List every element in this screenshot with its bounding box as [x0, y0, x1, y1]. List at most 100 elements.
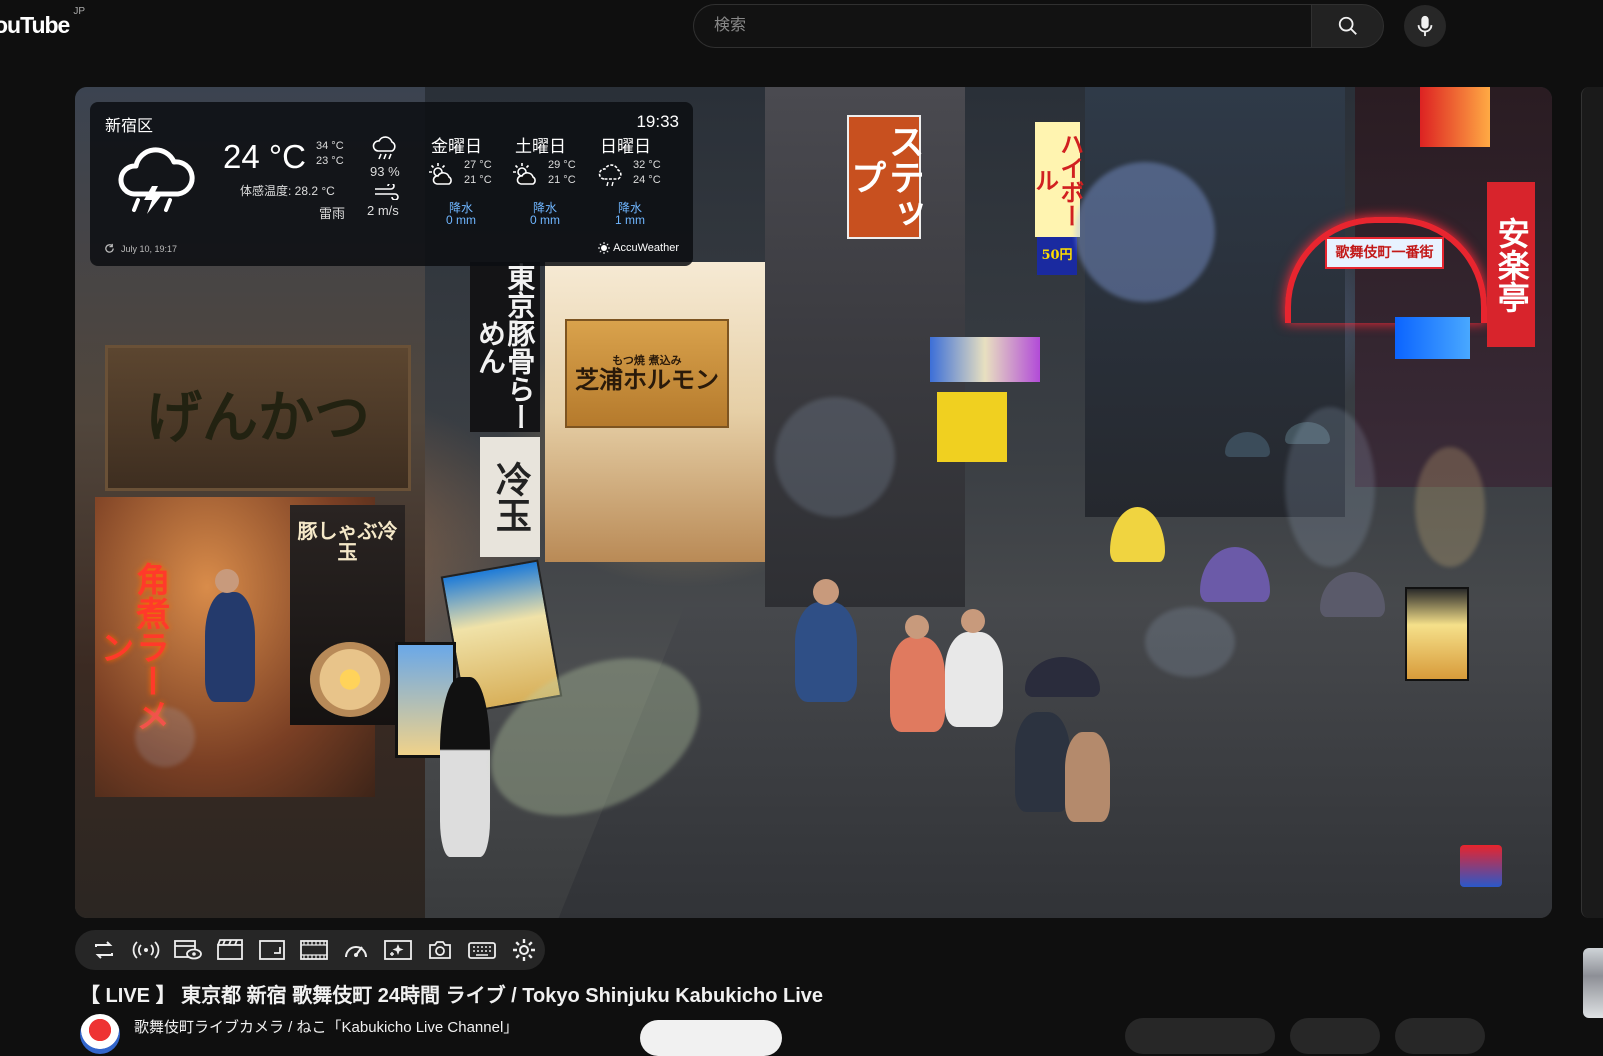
- pedestrian: [795, 602, 857, 702]
- partly-cloudy-icon: [429, 163, 452, 185]
- humidity: 93 %: [370, 164, 400, 179]
- raindrop: [1075, 162, 1215, 302]
- tokyo-tonkotsu-ramen-sign-text: 東京豚骨らーめん: [474, 263, 537, 431]
- voice-search-button[interactable]: [1404, 5, 1446, 47]
- raindrop: [1415, 447, 1485, 567]
- forecast-day-name: 土曜日: [515, 137, 566, 156]
- recommended-thumbnail[interactable]: [1583, 948, 1603, 1018]
- forecast-low: 21 °C: [464, 174, 492, 186]
- cinema-mode-button[interactable]: [213, 933, 247, 967]
- forecast-temps: 32 °C 24 °C: [633, 158, 661, 188]
- blue-billboard: [1395, 317, 1470, 359]
- speedometer-icon: [345, 946, 367, 958]
- umbrella: [1320, 572, 1385, 617]
- precip-value: 1 mm: [615, 213, 645, 227]
- precip-value: 0 mm: [530, 213, 560, 227]
- neon-game-sign: [930, 337, 1040, 382]
- forecast-high: 32 °C: [633, 159, 661, 171]
- extension-settings-button[interactable]: [507, 933, 541, 967]
- share-button[interactable]: [1290, 1018, 1380, 1054]
- forecast-high: 29 °C: [548, 159, 576, 171]
- cloudy-drizzle-icon: [598, 164, 622, 187]
- youtube-logo[interactable]: ouTubeJP: [0, 6, 85, 39]
- raindrop: [1285, 407, 1375, 567]
- search-icon: [1338, 16, 1357, 35]
- video-title: 【 LIVE 】 東京都 新宿 歌舞伎町 24時間 ライブ / Tokyo Sh…: [80, 985, 824, 1007]
- today-low: 23 °C: [316, 155, 344, 167]
- kabukicho-ichibangai-text: 歌舞伎町一番街: [1335, 244, 1434, 261]
- noodle-bowl-photo: [310, 642, 390, 717]
- feels-like: 体感温度: 28.2 °C: [240, 184, 335, 198]
- forecast-day: 金曜日 27 °C 21 °C 降水 0 mm: [428, 132, 518, 227]
- subscribe-button[interactable]: [640, 1020, 782, 1056]
- today-high-low: 34 °C 23 °C: [316, 139, 344, 169]
- enhance-button[interactable]: [381, 933, 415, 967]
- thunderstorm-icon: [118, 147, 195, 214]
- forecast-day: 土曜日 29 °C 21 °C 降水 0 mm: [512, 132, 602, 227]
- loop-button[interactable]: [87, 933, 121, 967]
- pedestrian: [440, 677, 490, 857]
- search-button[interactable]: [1311, 4, 1384, 48]
- screen-billboard: [1420, 87, 1490, 147]
- raindrop: [775, 397, 895, 517]
- like-button[interactable]: [1125, 1018, 1275, 1054]
- channel-name[interactable]: 歌舞伎町ライブカメラ / ねこ「Kabukicho Live Channel」: [134, 1016, 518, 1037]
- weather-updated: July 10, 19:17: [104, 243, 177, 254]
- pedestrian-head: [961, 609, 985, 633]
- forecast-day: 日曜日 32 °C 24 °C 降水 1 mm: [597, 132, 687, 227]
- cold-tama-banner-text: 冷玉: [489, 461, 532, 533]
- more-actions-button[interactable]: [1395, 1018, 1485, 1054]
- umbrella: [1200, 547, 1270, 602]
- search-box[interactable]: [693, 4, 1311, 48]
- anrakutei-sign-text: 安楽亭: [1492, 216, 1531, 313]
- wind-speed: 2 m/s: [367, 203, 399, 218]
- shop-staff-head: [215, 569, 239, 593]
- current-temperature: 24 °C: [223, 138, 306, 175]
- repeat-icon: [95, 941, 113, 959]
- region-label: JP: [73, 6, 86, 18]
- precip-value: 0 mm: [446, 213, 476, 227]
- frame-by-frame-button[interactable]: [297, 933, 331, 967]
- highball-sign: ハイボール: [1031, 122, 1085, 237]
- keyboard-shortcuts-button[interactable]: [465, 933, 499, 967]
- partly-cloudy-icon: [513, 163, 536, 185]
- pip-button[interactable]: [255, 933, 289, 967]
- raindrop: [1145, 607, 1235, 677]
- step-cafe-sign: ステップ: [845, 115, 925, 239]
- keyboard-icon: [468, 942, 496, 959]
- audio-mode-button[interactable]: [129, 933, 163, 967]
- screenshot-button[interactable]: [423, 933, 457, 967]
- accuweather-brand: AccuWeather: [598, 242, 679, 254]
- pedestrian-head: [813, 579, 839, 605]
- accuweather-text: AccuWeather: [613, 242, 679, 254]
- screen-view-button[interactable]: [171, 933, 205, 967]
- right-menu-board: [1405, 587, 1469, 681]
- camera-icon: [429, 941, 451, 959]
- broadcast-icon: [132, 941, 160, 959]
- mic-icon: [1417, 15, 1433, 37]
- forecast-low: 24 °C: [633, 174, 661, 186]
- forecast-temps: 29 °C 21 °C: [548, 158, 576, 188]
- highball-price-text: 50円: [1041, 248, 1073, 264]
- sparkle-box-icon: [384, 940, 412, 960]
- forecast-temps: 27 °C 21 °C: [464, 158, 492, 188]
- forecast-high: 27 °C: [464, 159, 492, 171]
- highball-price-sign: 50円: [1037, 237, 1077, 275]
- film-strip-icon: [300, 940, 328, 960]
- pedestrian: [945, 632, 1003, 727]
- ramen-shop-sign: げんかつ: [105, 345, 411, 491]
- hormone-main-text: 芝浦ホルモン: [575, 364, 719, 394]
- side-panel-edge: [1581, 87, 1603, 918]
- player-extension-toolbar: [75, 930, 545, 970]
- forecast-day-name: 金曜日: [431, 137, 482, 156]
- yellow-bar-signs: [937, 392, 1007, 462]
- search-input[interactable]: [712, 16, 1276, 36]
- pedestrian: [1065, 732, 1110, 822]
- cold-tama-banner: 冷玉: [480, 437, 540, 557]
- today-high: 34 °C: [316, 140, 344, 152]
- shibaura-hormone-sign: もつ焼 煮込み 芝浦ホルモン: [565, 319, 729, 428]
- playback-speed-button[interactable]: [339, 933, 373, 967]
- channel-avatar[interactable]: [80, 1014, 120, 1054]
- step-cafe-sign-text: ステップ: [845, 123, 925, 231]
- tokyo-tonkotsu-ramen-sign: 東京豚骨らーめん: [470, 262, 540, 432]
